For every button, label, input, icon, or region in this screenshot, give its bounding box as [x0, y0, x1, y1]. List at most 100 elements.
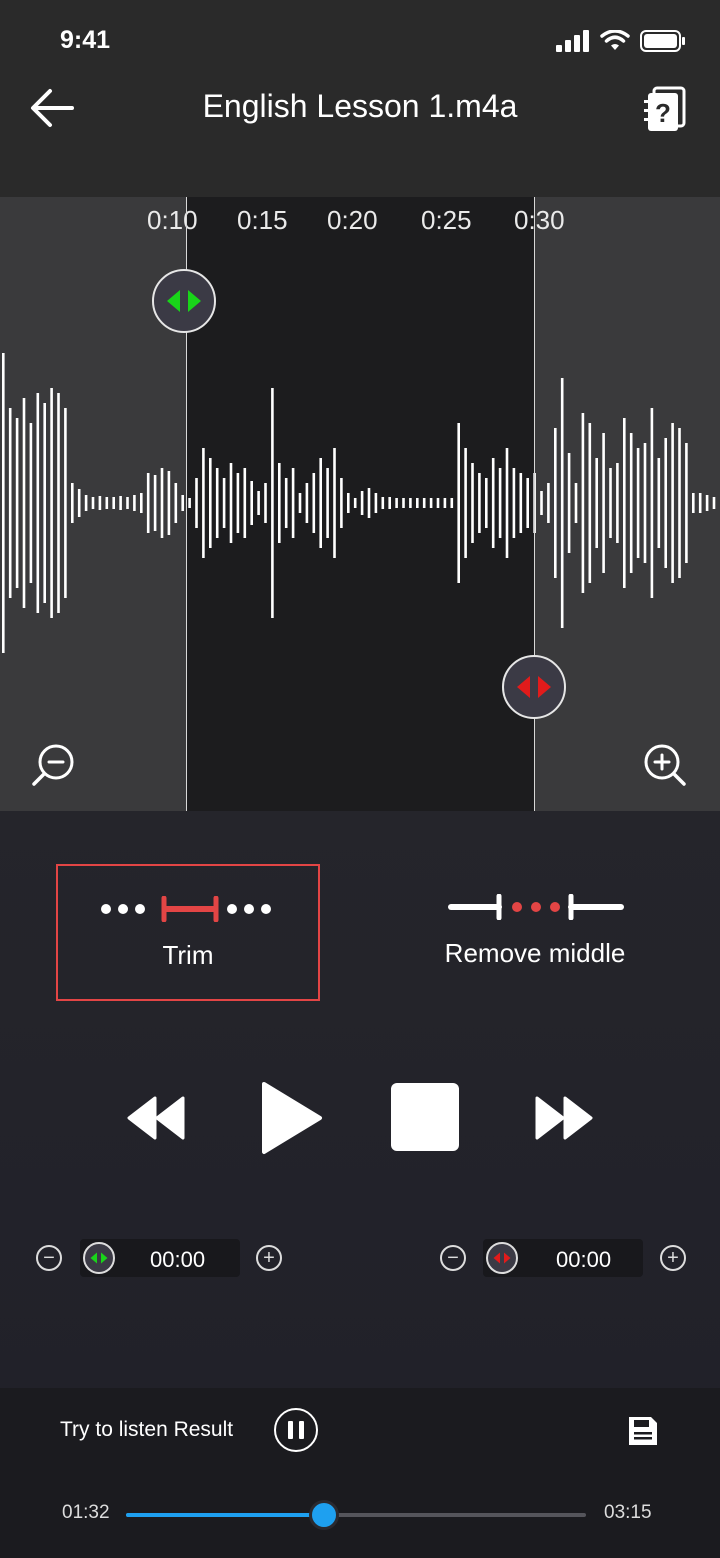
waveform-bar [692, 493, 695, 513]
end-increment-button[interactable]: + [660, 1245, 686, 1271]
waveform-bar [284, 478, 288, 528]
time-tick: 0:25 [421, 205, 472, 235]
svg-text:?: ? [655, 98, 671, 128]
waveform-bar [705, 495, 709, 511]
waveform-bar [402, 498, 405, 508]
waveform-bar [229, 463, 233, 543]
start-time-field[interactable]: 00:00 [80, 1239, 240, 1277]
waveform-bar [602, 433, 605, 573]
time-tick: 0:20 [327, 205, 378, 235]
zoom-out-icon [32, 744, 74, 786]
waveform-bar [140, 493, 143, 513]
drag-arrows-icon [517, 676, 551, 698]
waveform-bar [43, 403, 46, 603]
waveform-bar [160, 468, 164, 538]
waveform-bar [77, 489, 81, 517]
zoom-in-button[interactable] [640, 741, 688, 789]
end-time-value: 00:00 [556, 1247, 612, 1272]
waveform-bar [409, 498, 412, 508]
waveform-bar [450, 498, 454, 508]
rewind-button[interactable] [126, 1092, 186, 1144]
waveform-bar [636, 448, 640, 558]
play-button[interactable] [256, 1078, 326, 1158]
waveform-bar [333, 448, 336, 558]
battery-icon [640, 30, 685, 52]
drag-arrows-icon [167, 290, 201, 312]
waveform-bar [188, 498, 191, 508]
waveform-bar [126, 497, 129, 509]
waveform-bar [264, 483, 267, 523]
waveform-bar [50, 388, 53, 618]
start-decrement-button[interactable]: − [36, 1245, 62, 1271]
waveform-bar [491, 458, 495, 548]
waveform-bar [22, 398, 26, 608]
waveform-bar [395, 498, 398, 508]
result-player [0, 1388, 720, 1558]
waveform-bar [464, 448, 467, 558]
progress-thumb[interactable] [309, 1500, 339, 1530]
total-time: 03:15 [604, 1502, 652, 1523]
waveform-bar [436, 498, 440, 508]
remove-middle-mode-button[interactable]: Remove middle [405, 864, 665, 1001]
waveform-bar [257, 491, 260, 515]
remove-middle-label: Remove middle [444, 938, 626, 968]
waveform-bar [71, 483, 74, 523]
waveform-bar [133, 495, 136, 511]
waveform-bar [657, 458, 661, 548]
pause-button[interactable] [274, 1408, 318, 1452]
start-time-value: 00:00 [150, 1247, 206, 1272]
waveform-bar [209, 458, 212, 548]
waveform-bar [271, 388, 274, 618]
end-time-field[interactable]: 00:00 [483, 1239, 643, 1277]
waveform-bar [574, 483, 578, 523]
waveform-bar [698, 493, 702, 513]
waveform-bar [250, 481, 253, 525]
waveform-bar [567, 453, 571, 553]
waveform-bar [2, 353, 5, 653]
waveform-bar [471, 463, 474, 543]
waveform-bar [291, 468, 295, 538]
waveform-bar [478, 473, 481, 533]
waveform-bar [678, 428, 681, 578]
waveform-editor[interactable]: 0:10 0:15 0:20 0:25 0:30 [0, 197, 720, 811]
status-icons [556, 30, 686, 52]
waveform-bar [57, 393, 60, 613]
trim-label: Trim [162, 940, 214, 970]
rewind-icon [127, 1096, 185, 1140]
help-button[interactable]: ? [640, 82, 692, 134]
waveform-bar [181, 495, 184, 511]
waveform-bar [388, 497, 391, 509]
waveform-bar [595, 458, 598, 548]
trim-mode-button[interactable]: Trim [56, 864, 320, 1001]
help-document-icon: ? [644, 86, 686, 131]
cellular-signal-icon [556, 30, 589, 52]
page-title: English Lesson 1.m4a [202, 88, 518, 124]
waveform-bar [650, 408, 654, 598]
waveform-bar [519, 473, 523, 533]
waveform-bar [547, 483, 550, 523]
time-tick: 0:10 [147, 205, 198, 235]
waveform-bar [588, 423, 592, 583]
zoom-out-button[interactable] [30, 741, 78, 789]
waveform-bar [429, 498, 433, 508]
start-increment-button[interactable]: + [256, 1245, 282, 1271]
waveform-bar [222, 478, 226, 528]
waveform-bar [278, 463, 281, 543]
end-handle[interactable] [502, 655, 566, 719]
waveform-bar [367, 488, 371, 518]
fast-forward-icon [535, 1096, 593, 1140]
wifi-icon [600, 30, 630, 50]
waveform-bar [712, 497, 716, 509]
stop-button[interactable] [391, 1083, 459, 1151]
start-handle[interactable] [152, 269, 216, 333]
end-decrement-button[interactable]: − [440, 1245, 466, 1271]
save-button[interactable] [626, 1414, 660, 1448]
waveform-bar [609, 468, 612, 538]
waveform-bar [312, 473, 316, 533]
waveform [2, 353, 716, 653]
waveform-bar [629, 433, 633, 573]
waveform-bar [512, 468, 516, 538]
drag-arrows-icon [90, 1252, 108, 1264]
waveform-bar [347, 493, 350, 513]
fast-forward-button[interactable] [534, 1092, 594, 1144]
